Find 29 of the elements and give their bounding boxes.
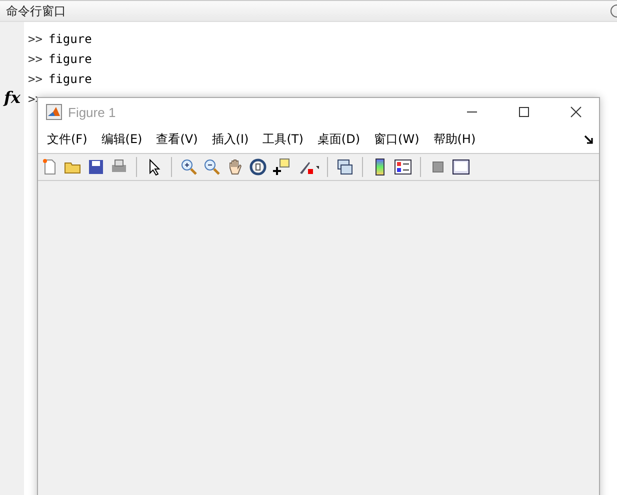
command-text: figure [48, 32, 92, 46]
menu-item[interactable]: 编辑(E) [96, 131, 150, 148]
window-title: Figure 1 [68, 104, 117, 120]
function-icon[interactable]: fx [4, 88, 20, 107]
command-text: figure [48, 52, 92, 66]
save-icon[interactable] [87, 158, 105, 176]
close-icon[interactable] [570, 106, 582, 118]
zoom-out-icon[interactable] [203, 158, 221, 176]
dock-icon[interactable] [584, 135, 594, 145]
window-icon[interactable] [452, 158, 470, 176]
menu-item[interactable]: 查看(V) [151, 131, 206, 148]
link-icon[interactable] [336, 158, 354, 176]
rotate-icon[interactable] [249, 158, 267, 176]
menu-item[interactable]: 桌面(D) [312, 131, 368, 148]
menu-item[interactable]: 窗口(W) [369, 131, 428, 148]
prompt: >> [28, 72, 42, 86]
prompt: >> [28, 52, 42, 66]
maximize-icon[interactable] [518, 106, 530, 118]
panel-title: 命令行窗口 [6, 2, 66, 20]
menu-item[interactable]: 插入(I) [206, 131, 257, 148]
data-cursor-icon[interactable] [272, 158, 290, 176]
prompt: >> [28, 32, 42, 46]
legend-icon[interactable] [394, 158, 412, 176]
command-text: figure [48, 72, 92, 86]
menu-item[interactable]: 文件(F) [42, 131, 96, 148]
logo-icon [46, 104, 62, 120]
menu-item[interactable]: 帮助(H) [428, 131, 484, 148]
menu-item[interactable]: 工具(T) [258, 131, 312, 148]
zoom-in-icon[interactable] [180, 158, 198, 176]
